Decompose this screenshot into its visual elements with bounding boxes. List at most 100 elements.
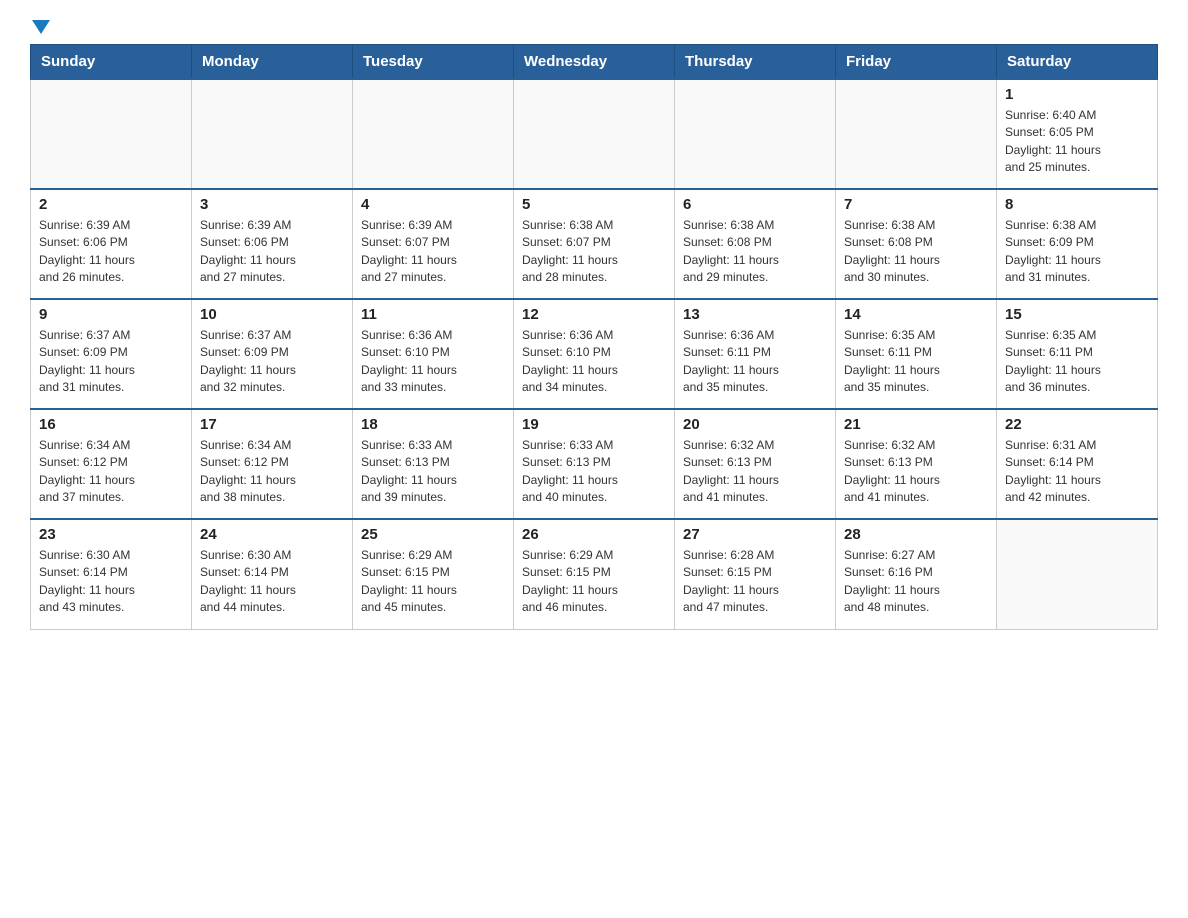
day-info: Sunrise: 6:40 AM Sunset: 6:05 PM Dayligh… (1005, 107, 1149, 177)
calendar-day-cell: 5 Sunrise: 6:38 AM Sunset: 6:07 PM Daylig… (514, 189, 675, 299)
calendar-day-cell (353, 79, 514, 189)
day-info: Sunrise: 6:34 AM Sunset: 6:12 PM Dayligh… (39, 437, 183, 507)
calendar-day-cell: 3 Sunrise: 6:39 AM Sunset: 6:06 PM Daylig… (192, 189, 353, 299)
calendar-day-cell (514, 79, 675, 189)
day-info: Sunrise: 6:38 AM Sunset: 6:08 PM Dayligh… (844, 217, 988, 287)
day-number: 10 (200, 306, 344, 323)
calendar-day-cell: 26 Sunrise: 6:29 AM Sunset: 6:15 PM Dayli… (514, 519, 675, 629)
day-info: Sunrise: 6:30 AM Sunset: 6:14 PM Dayligh… (200, 547, 344, 617)
day-info: Sunrise: 6:35 AM Sunset: 6:11 PM Dayligh… (1005, 327, 1149, 397)
calendar-week-row: 2 Sunrise: 6:39 AM Sunset: 6:06 PM Daylig… (31, 189, 1158, 299)
day-number: 22 (1005, 416, 1149, 433)
logo (30, 20, 50, 34)
day-info: Sunrise: 6:33 AM Sunset: 6:13 PM Dayligh… (361, 437, 505, 507)
day-info: Sunrise: 6:39 AM Sunset: 6:06 PM Dayligh… (200, 217, 344, 287)
calendar-day-cell: 19 Sunrise: 6:33 AM Sunset: 6:13 PM Dayli… (514, 409, 675, 519)
day-info: Sunrise: 6:39 AM Sunset: 6:07 PM Dayligh… (361, 217, 505, 287)
day-number: 14 (844, 306, 988, 323)
day-number: 9 (39, 306, 183, 323)
calendar-day-cell: 12Sunrise: 6:36 AM Sunset: 6:10 PM Dayli… (514, 299, 675, 409)
day-number: 2 (39, 196, 183, 213)
day-number: 27 (683, 526, 827, 543)
day-info: Sunrise: 6:27 AM Sunset: 6:16 PM Dayligh… (844, 547, 988, 617)
day-number: 7 (844, 196, 988, 213)
calendar-table: SundayMondayTuesdayWednesdayThursdayFrid… (30, 44, 1158, 630)
calendar-day-cell: 22 Sunrise: 6:31 AM Sunset: 6:14 PM Dayli… (997, 409, 1158, 519)
day-info: Sunrise: 6:29 AM Sunset: 6:15 PM Dayligh… (361, 547, 505, 617)
calendar-day-cell (836, 79, 997, 189)
calendar-day-cell: 2 Sunrise: 6:39 AM Sunset: 6:06 PM Daylig… (31, 189, 192, 299)
day-info: Sunrise: 6:30 AM Sunset: 6:14 PM Dayligh… (39, 547, 183, 617)
calendar-day-cell: 28 Sunrise: 6:27 AM Sunset: 6:16 PM Dayli… (836, 519, 997, 629)
day-info: Sunrise: 6:36 AM Sunset: 6:11 PM Dayligh… (683, 327, 827, 397)
day-number: 3 (200, 196, 344, 213)
calendar-week-row: 16 Sunrise: 6:34 AM Sunset: 6:12 PM Dayli… (31, 409, 1158, 519)
day-number: 25 (361, 526, 505, 543)
day-number: 12 (522, 306, 666, 323)
day-number: 5 (522, 196, 666, 213)
day-number: 17 (200, 416, 344, 433)
calendar-day-cell: 17 Sunrise: 6:34 AM Sunset: 6:12 PM Dayli… (192, 409, 353, 519)
day-info: Sunrise: 6:29 AM Sunset: 6:15 PM Dayligh… (522, 547, 666, 617)
day-info: Sunrise: 6:38 AM Sunset: 6:08 PM Dayligh… (683, 217, 827, 287)
day-number: 4 (361, 196, 505, 213)
calendar-week-row: 1 Sunrise: 6:40 AM Sunset: 6:05 PM Daylig… (31, 79, 1158, 189)
day-number: 28 (844, 526, 988, 543)
weekday-header-sunday: Sunday (31, 45, 192, 80)
day-info: Sunrise: 6:38 AM Sunset: 6:09 PM Dayligh… (1005, 217, 1149, 287)
calendar-day-cell: 16 Sunrise: 6:34 AM Sunset: 6:12 PM Dayli… (31, 409, 192, 519)
calendar-day-cell: 6 Sunrise: 6:38 AM Sunset: 6:08 PM Daylig… (675, 189, 836, 299)
calendar-week-row: 9 Sunrise: 6:37 AM Sunset: 6:09 PM Daylig… (31, 299, 1158, 409)
calendar-day-cell: 18 Sunrise: 6:33 AM Sunset: 6:13 PM Dayli… (353, 409, 514, 519)
day-number: 15 (1005, 306, 1149, 323)
calendar-day-cell: 4 Sunrise: 6:39 AM Sunset: 6:07 PM Daylig… (353, 189, 514, 299)
weekday-header-wednesday: Wednesday (514, 45, 675, 80)
day-number: 6 (683, 196, 827, 213)
day-info: Sunrise: 6:36 AM Sunset: 6:10 PM Dayligh… (361, 327, 505, 397)
calendar-day-cell: 21 Sunrise: 6:32 AM Sunset: 6:13 PM Dayli… (836, 409, 997, 519)
day-info: Sunrise: 6:37 AM Sunset: 6:09 PM Dayligh… (39, 327, 183, 397)
calendar-day-cell: 11Sunrise: 6:36 AM Sunset: 6:10 PM Dayli… (353, 299, 514, 409)
calendar-day-cell (675, 79, 836, 189)
calendar-day-cell: 13 Sunrise: 6:36 AM Sunset: 6:11 PM Dayli… (675, 299, 836, 409)
calendar-day-cell: 15 Sunrise: 6:35 AM Sunset: 6:11 PM Dayli… (997, 299, 1158, 409)
day-info: Sunrise: 6:39 AM Sunset: 6:06 PM Dayligh… (39, 217, 183, 287)
day-info: Sunrise: 6:34 AM Sunset: 6:12 PM Dayligh… (200, 437, 344, 507)
day-number: 20 (683, 416, 827, 433)
day-number: 18 (361, 416, 505, 433)
calendar-day-cell: 1 Sunrise: 6:40 AM Sunset: 6:05 PM Daylig… (997, 79, 1158, 189)
day-info: Sunrise: 6:31 AM Sunset: 6:14 PM Dayligh… (1005, 437, 1149, 507)
weekday-header-tuesday: Tuesday (353, 45, 514, 80)
day-number: 16 (39, 416, 183, 433)
day-info: Sunrise: 6:38 AM Sunset: 6:07 PM Dayligh… (522, 217, 666, 287)
calendar-day-cell: 27 Sunrise: 6:28 AM Sunset: 6:15 PM Dayli… (675, 519, 836, 629)
day-number: 13 (683, 306, 827, 323)
calendar-day-cell (31, 79, 192, 189)
weekday-header-saturday: Saturday (997, 45, 1158, 80)
day-number: 21 (844, 416, 988, 433)
day-info: Sunrise: 6:35 AM Sunset: 6:11 PM Dayligh… (844, 327, 988, 397)
day-number: 1 (1005, 86, 1149, 103)
calendar-day-cell: 9 Sunrise: 6:37 AM Sunset: 6:09 PM Daylig… (31, 299, 192, 409)
day-number: 26 (522, 526, 666, 543)
calendar-day-cell: 14 Sunrise: 6:35 AM Sunset: 6:11 PM Dayli… (836, 299, 997, 409)
calendar-header-row: SundayMondayTuesdayWednesdayThursdayFrid… (31, 45, 1158, 80)
day-info: Sunrise: 6:28 AM Sunset: 6:15 PM Dayligh… (683, 547, 827, 617)
day-info: Sunrise: 6:32 AM Sunset: 6:13 PM Dayligh… (844, 437, 988, 507)
day-number: 19 (522, 416, 666, 433)
day-number: 23 (39, 526, 183, 543)
calendar-day-cell: 25 Sunrise: 6:29 AM Sunset: 6:15 PM Dayli… (353, 519, 514, 629)
calendar-day-cell: 20 Sunrise: 6:32 AM Sunset: 6:13 PM Dayli… (675, 409, 836, 519)
day-number: 24 (200, 526, 344, 543)
calendar-day-cell (997, 519, 1158, 629)
page-header (30, 20, 1158, 34)
weekday-header-friday: Friday (836, 45, 997, 80)
calendar-day-cell: 8Sunrise: 6:38 AM Sunset: 6:09 PM Daylig… (997, 189, 1158, 299)
calendar-day-cell: 23 Sunrise: 6:30 AM Sunset: 6:14 PM Dayli… (31, 519, 192, 629)
calendar-day-cell (192, 79, 353, 189)
day-info: Sunrise: 6:33 AM Sunset: 6:13 PM Dayligh… (522, 437, 666, 507)
day-info: Sunrise: 6:32 AM Sunset: 6:13 PM Dayligh… (683, 437, 827, 507)
calendar-week-row: 23 Sunrise: 6:30 AM Sunset: 6:14 PM Dayli… (31, 519, 1158, 629)
logo-triangle-icon (32, 20, 50, 34)
day-info: Sunrise: 6:37 AM Sunset: 6:09 PM Dayligh… (200, 327, 344, 397)
